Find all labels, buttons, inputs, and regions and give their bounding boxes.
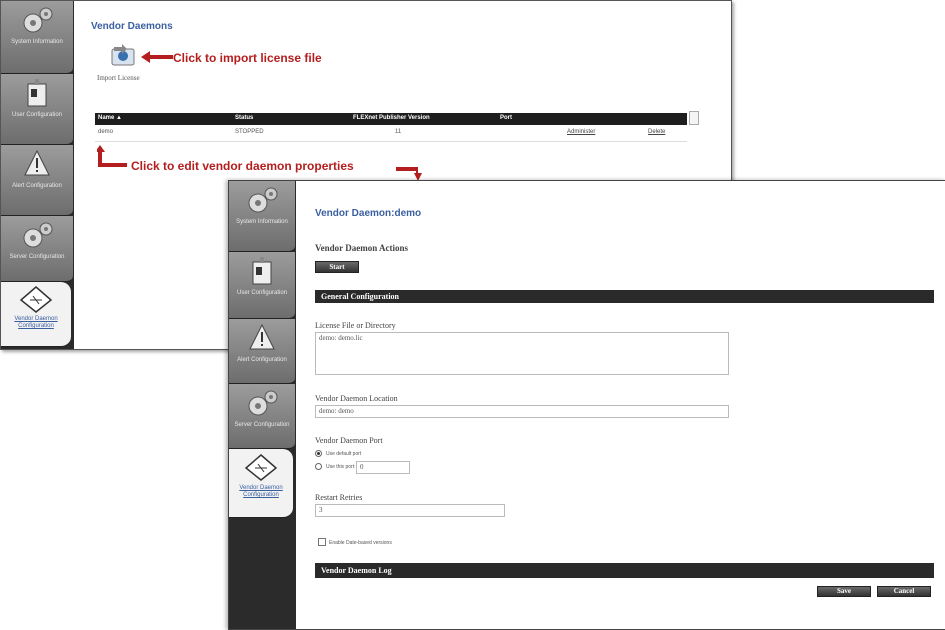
sidebar-item-user-configuration[interactable]: User Configuration [229, 252, 295, 319]
arrow-left-icon [141, 51, 173, 63]
sidebar-item-label: User Configuration [11, 112, 63, 118]
sidebar-item-server-configuration[interactable]: Server Configuration [229, 384, 295, 449]
sidebar: System Information User Configuration Al… [1, 1, 74, 349]
daemon-name-link[interactable]: demo [98, 129, 113, 135]
import-license-button[interactable] [108, 41, 138, 69]
gears-icon [23, 222, 53, 248]
sidebar-item-label: System Information [236, 219, 288, 225]
sidebar-item-label: Vendor Daemon Configuration [14, 316, 58, 329]
id-badge-icon [27, 79, 47, 107]
location-input[interactable]: demo: demo [315, 405, 729, 418]
daemon-version: 11 [395, 129, 402, 135]
use-this-port-radio[interactable] [315, 463, 322, 470]
location-label: Vendor Daemon Location [315, 394, 398, 403]
vendor-daemon-detail-window: System Information User Configuration Al… [228, 180, 945, 630]
enable-date-based-label: Enable Date-based versions [329, 540, 392, 546]
sidebar-item-label: Alert Configuration [12, 183, 62, 189]
column-header-name[interactable]: Name ▲ [98, 115, 122, 121]
page-title: Vendor Daemons [91, 21, 173, 32]
port-input[interactable]: 0 [356, 461, 410, 474]
delete-link[interactable]: Delete [648, 129, 665, 135]
restart-retries-label: Restart Retries [315, 493, 363, 502]
annotation-import: Click to import license file [173, 51, 322, 65]
table-row[interactable]: demo STOPPED 11 Administer Delete [95, 127, 687, 142]
gears-icon [248, 390, 278, 416]
arrow-elbow-icon [97, 145, 127, 167]
sidebar-item-label: System Information [11, 39, 63, 45]
sidebar-item-system-information[interactable]: System Information [229, 181, 295, 252]
gears-icon [23, 7, 53, 33]
license-card-icon [244, 454, 278, 481]
gears-icon [248, 187, 278, 213]
column-header-version[interactable]: FLEXnet Publisher Version [353, 115, 430, 121]
license-file-textarea[interactable]: demo: demo.lic [315, 332, 729, 375]
table-header: Name ▲ Status FLEXnet Publisher Version … [95, 113, 687, 125]
import-license-icon [111, 44, 135, 66]
import-license-label[interactable]: Import License [97, 74, 140, 82]
license-card-icon [19, 286, 53, 313]
page-title: Vendor Daemon:demo [315, 208, 422, 219]
id-badge-icon [252, 257, 272, 285]
sidebar-item-alert-configuration[interactable]: Alert Configuration [229, 319, 295, 384]
sidebar-item-server-configuration[interactable]: Server Configuration [1, 216, 73, 282]
daemon-status: STOPPED [235, 129, 264, 135]
warning-icon [249, 323, 275, 350]
cancel-button[interactable]: Cancel [877, 586, 931, 597]
actions-heading: Vendor Daemon Actions [315, 243, 409, 253]
port-label: Vendor Daemon Port [315, 436, 383, 445]
restart-retries-input[interactable]: 3 [315, 504, 505, 517]
warning-icon [24, 149, 50, 176]
use-default-port-label: Use default port [326, 451, 362, 457]
sidebar-item-user-configuration[interactable]: User Configuration [1, 74, 73, 145]
sidebar-item-vendor-daemon-configuration[interactable]: Vendor Daemon Configuration [1, 282, 71, 347]
sidebar-item-label: Server Configuration [9, 254, 65, 260]
save-button[interactable]: Save [817, 586, 871, 597]
use-default-port-radio[interactable] [315, 450, 322, 457]
sidebar-item-label: Server Configuration [234, 422, 290, 428]
start-button[interactable]: Start [315, 261, 359, 273]
table-scrollbar[interactable] [689, 111, 699, 125]
sidebar-item-system-information[interactable]: System Information [1, 1, 73, 74]
sidebar-item-label: Vendor Daemon Configuration [239, 485, 283, 498]
sidebar: System Information User Configuration Al… [229, 181, 296, 629]
sidebar-item-label: User Configuration [236, 290, 288, 296]
general-configuration-header: General Configuration [315, 290, 934, 303]
enable-date-based-checkbox[interactable] [318, 538, 326, 546]
column-header-status[interactable]: Status [235, 115, 253, 121]
sidebar-item-label: Alert Configuration [237, 357, 287, 363]
sidebar-item-alert-configuration[interactable]: Alert Configuration [1, 145, 73, 216]
license-file-label: License File or Directory [315, 321, 396, 330]
sidebar-item-vendor-daemon-configuration[interactable]: Vendor Daemon Configuration [229, 449, 293, 518]
vendor-daemon-log-header: Vendor Daemon Log [315, 563, 934, 578]
use-this-port-label: Use this port: [326, 464, 356, 470]
administer-link[interactable]: Administer [567, 129, 595, 135]
column-header-port[interactable]: Port [500, 115, 512, 121]
annotation-edit: Click to edit vendor daemon properties [131, 159, 354, 173]
